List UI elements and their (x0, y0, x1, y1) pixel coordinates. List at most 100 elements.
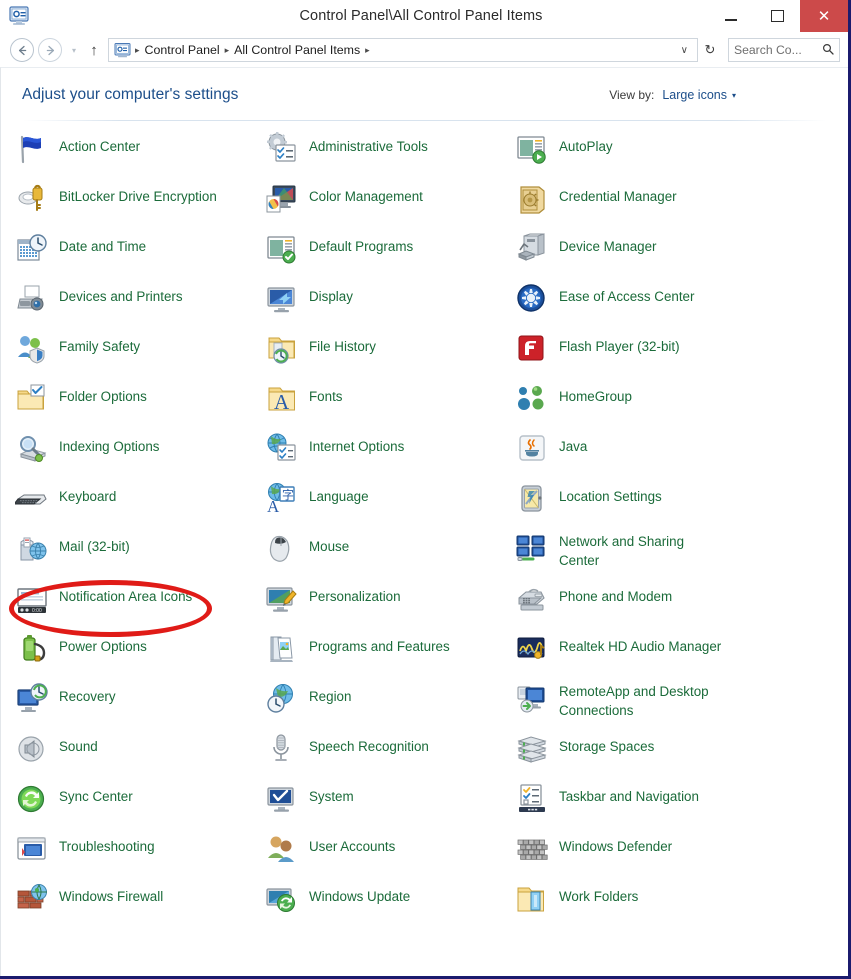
control-panel-item-label[interactable]: Java (559, 429, 587, 456)
recent-locations-button[interactable]: ▾ (66, 46, 82, 55)
control-panel-item-label[interactable]: Keyboard (59, 479, 116, 506)
control-panel-item[interactable]: Windows Defender (515, 829, 672, 879)
refresh-button[interactable]: ↻ (698, 42, 722, 58)
control-panel-item[interactable]: Sync Center (15, 779, 133, 829)
control-panel-item-label[interactable]: Fonts (309, 379, 343, 406)
control-panel-item-label[interactable]: Color Management (309, 179, 423, 206)
control-panel-item-label[interactable]: Network and Sharing Center (559, 529, 684, 570)
control-panel-item-label[interactable]: Mouse (309, 529, 349, 556)
control-panel-item-label[interactable]: Power Options (59, 629, 147, 656)
search-input[interactable]: Search Co... (734, 43, 822, 57)
control-panel-item[interactable]: Mail (32-bit) (15, 529, 130, 579)
control-panel-item-label[interactable]: AutoPlay (559, 129, 613, 156)
breadcrumb-control-panel[interactable]: Control Panel (142, 43, 223, 57)
control-panel-item-label[interactable]: Storage Spaces (559, 729, 654, 756)
control-panel-item[interactable]: 0:00 Notification Area Icons (15, 579, 192, 629)
control-panel-item[interactable]: Default Programs (265, 229, 413, 279)
control-panel-item[interactable]: A Fonts (265, 379, 343, 429)
control-panel-item-label[interactable]: Ease of Access Center (559, 279, 694, 306)
search-box[interactable]: Search Co... (728, 38, 840, 62)
control-panel-item[interactable]: System (265, 779, 354, 829)
control-panel-item[interactable]: Phone and Modem (515, 579, 672, 629)
control-panel-item-label[interactable]: System (309, 779, 354, 806)
control-panel-item[interactable]: Windows Update (265, 879, 410, 929)
control-panel-item-label[interactable]: Recovery (59, 679, 116, 706)
control-panel-item-label[interactable]: HomeGroup (559, 379, 632, 406)
control-panel-item[interactable]: User Accounts (265, 829, 395, 879)
control-panel-item-label[interactable]: Sound (59, 729, 98, 756)
control-panel-item[interactable]: HomeGroup (515, 379, 632, 429)
control-panel-item-label[interactable]: Default Programs (309, 229, 413, 256)
control-panel-item[interactable]: Network and Sharing Center (515, 529, 684, 579)
control-panel-item-label[interactable]: Work Folders (559, 879, 638, 906)
control-panel-item-label[interactable]: Windows Firewall (59, 879, 163, 906)
control-panel-item-label[interactable]: Date and Time (59, 229, 146, 256)
chevron-down-icon[interactable]: ∨ (677, 45, 695, 56)
control-panel-item[interactable]: Flash Player (32-bit) (515, 329, 680, 379)
control-panel-item[interactable]: Sound (15, 729, 98, 779)
control-panel-item[interactable]: Administrative Tools (265, 129, 428, 179)
control-panel-item[interactable]: Ease of Access Center (515, 279, 694, 329)
control-panel-item-label[interactable]: Realtek HD Audio Manager (559, 629, 721, 656)
control-panel-item[interactable]: Mouse (265, 529, 349, 579)
control-panel-item-label[interactable]: Folder Options (59, 379, 147, 406)
control-panel-item-label[interactable]: Credential Manager (559, 179, 677, 206)
control-panel-item[interactable]: AutoPlay (515, 129, 613, 179)
control-panel-item[interactable]: BitLocker Drive Encryption (15, 179, 217, 229)
control-panel-item[interactable]: RemoteApp and Desktop Connections (515, 679, 709, 729)
forward-button[interactable] (38, 38, 62, 62)
control-panel-item[interactable]: Keyboard (15, 479, 116, 529)
control-panel-item[interactable]: Taskbar and Navigation (515, 779, 699, 829)
control-panel-item[interactable]: Device Manager (515, 229, 657, 279)
control-panel-item[interactable]: Region (265, 679, 351, 729)
control-panel-item[interactable]: Recovery (15, 679, 116, 729)
control-panel-item[interactable]: Devices and Printers (15, 279, 183, 329)
control-panel-item-label[interactable]: Devices and Printers (59, 279, 183, 306)
control-panel-item[interactable]: File History (265, 329, 376, 379)
control-panel-item-label[interactable]: Internet Options (309, 429, 404, 456)
control-panel-item-label[interactable]: RemoteApp and Desktop Connections (559, 679, 709, 720)
control-panel-item-label[interactable]: File History (309, 329, 376, 356)
control-panel-item-label[interactable]: Windows Defender (559, 829, 672, 856)
control-panel-item-label[interactable]: Region (309, 679, 351, 706)
control-panel-item-label[interactable]: Family Safety (59, 329, 140, 356)
control-panel-item[interactable]: Java (515, 429, 587, 479)
control-panel-item-label[interactable]: Windows Update (309, 879, 410, 906)
breadcrumb-separator[interactable]: ▸ (363, 45, 372, 56)
close-button[interactable]: ✕ (800, 0, 848, 32)
control-panel-item[interactable]: Power Options (15, 629, 147, 679)
breadcrumb-separator[interactable]: ▸ (223, 45, 232, 56)
control-panel-item-label[interactable]: BitLocker Drive Encryption (59, 179, 217, 206)
address-bar[interactable]: ▸ Control Panel ▸ All Control Panel Item… (108, 38, 698, 62)
control-panel-item[interactable]: Family Safety (15, 329, 140, 379)
control-panel-item[interactable]: A 字 Language (265, 479, 369, 529)
control-panel-item-label[interactable]: Phone and Modem (559, 579, 672, 606)
view-by-value[interactable]: Large icons (662, 88, 727, 102)
control-panel-item[interactable]: Location Settings (515, 479, 662, 529)
control-panel-item-label[interactable]: Location Settings (559, 479, 662, 506)
control-panel-item[interactable]: Storage Spaces (515, 729, 654, 779)
control-panel-item[interactable]: Display (265, 279, 353, 329)
maximize-button[interactable] (754, 0, 800, 32)
control-panel-item-label[interactable]: Troubleshooting (59, 829, 155, 856)
up-button[interactable]: ↑ (84, 43, 104, 58)
control-panel-item-label[interactable]: Taskbar and Navigation (559, 779, 699, 806)
control-panel-item[interactable]: Realtek HD Audio Manager (515, 629, 721, 679)
control-panel-item-label[interactable]: Sync Center (59, 779, 133, 806)
control-panel-item[interactable]: Speech Recognition (265, 729, 429, 779)
control-panel-item-label[interactable]: User Accounts (309, 829, 395, 856)
control-panel-item[interactable]: Indexing Options (15, 429, 160, 479)
control-panel-item-label[interactable]: Indexing Options (59, 429, 160, 456)
control-panel-item-label[interactable]: Mail (32-bit) (59, 529, 130, 556)
control-panel-item[interactable]: Action Center (15, 129, 140, 179)
minimize-button[interactable] (708, 0, 754, 32)
control-panel-item-label[interactable]: Action Center (59, 129, 140, 156)
control-panel-item-label[interactable]: Device Manager (559, 229, 657, 256)
control-panel-item-label[interactable]: Programs and Features (309, 629, 450, 656)
control-panel-item-label[interactable]: Display (309, 279, 353, 306)
control-panel-item[interactable]: Internet Options (265, 429, 404, 479)
control-panel-item-label[interactable]: Personalization (309, 579, 401, 606)
chevron-down-icon[interactable]: ▾ (732, 91, 736, 100)
control-panel-item[interactable]: Date and Time (15, 229, 146, 279)
back-button[interactable] (10, 38, 34, 62)
